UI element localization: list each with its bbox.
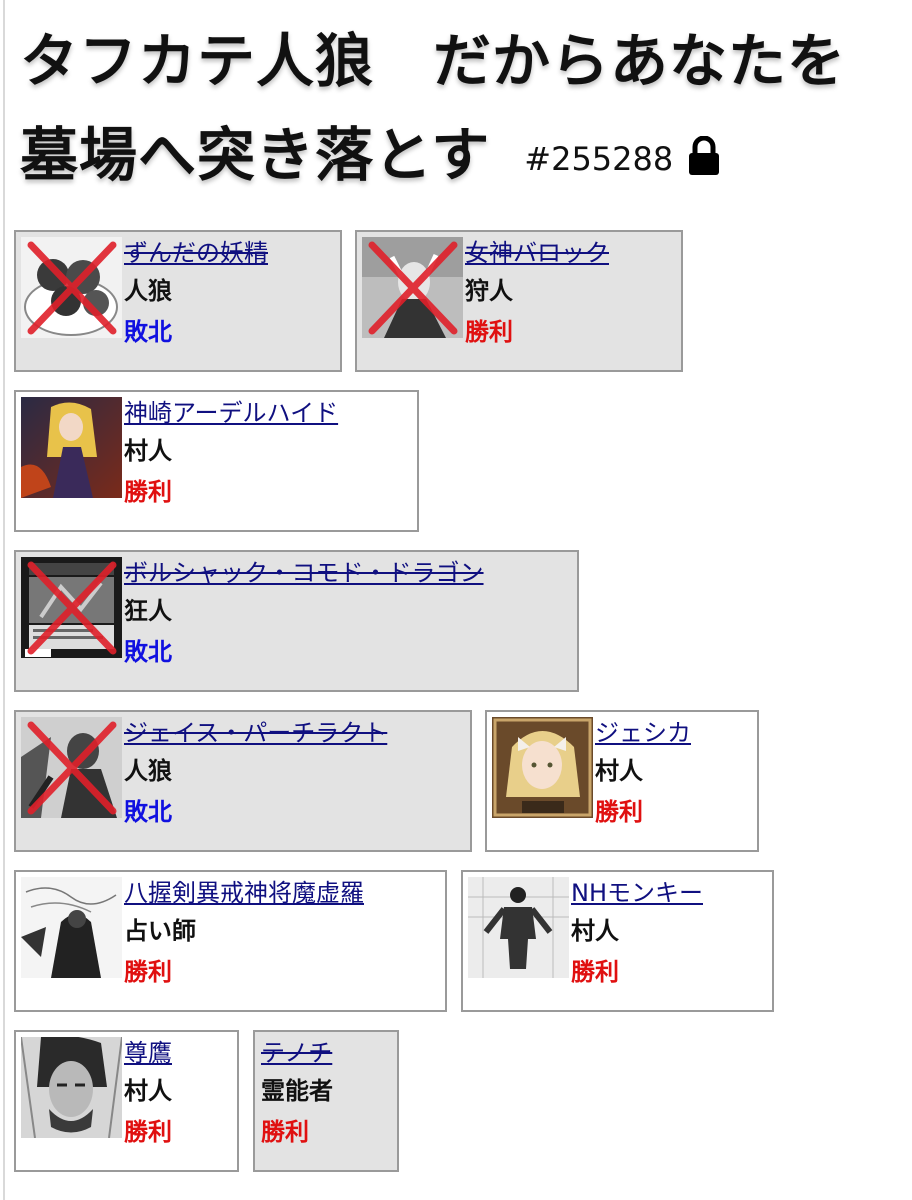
anime-girl-avatar [21, 397, 122, 498]
eliminated-mark-icon [27, 721, 117, 815]
player-card: ジェシカ 村人 勝利 [485, 710, 759, 852]
player-info: 神崎アーデルハイド 村人 勝利 [124, 396, 338, 512]
title-line-2-row: 墓場へ突き落とす #255288 [20, 108, 900, 206]
player-result: 敗北 [124, 798, 172, 826]
player-role: 狩人 [465, 277, 513, 305]
game-id: #255288 [524, 139, 674, 178]
page-title: タフカテ人狼 だからあなたを 墓場へ突き落とす #255288 [20, 14, 900, 206]
player-card: 尊鷹 村人 勝利 [14, 1030, 239, 1172]
player-info: 尊鷹 村人 勝利 [124, 1036, 172, 1152]
manga-face-avatar [21, 1037, 122, 1138]
fairy-dumplings-avatar [21, 237, 122, 338]
player-card: NHモンキー 村人 勝利 [461, 870, 774, 1012]
player-role: 村人 [124, 1077, 172, 1105]
manga-sketch-avatar [21, 877, 122, 978]
player-info: ずんだの妖精 人狼 敗北 [124, 236, 268, 352]
player-card: ジェイス・パーチラクト 人狼 敗北 [14, 710, 472, 852]
avatar-image [468, 877, 569, 978]
player-name-link[interactable]: ずんだの妖精 [124, 236, 268, 270]
player-name-link[interactable]: 神崎アーデルハイド [124, 396, 338, 430]
avatar-image [21, 1037, 122, 1138]
eliminated-mark-icon [368, 241, 458, 335]
lock-icon [689, 135, 720, 175]
title-line-2: 墓場へ突き落とす [20, 121, 491, 189]
left-border [3, 0, 5, 1200]
player-name-link[interactable]: 女神バロック [465, 236, 609, 270]
player-role: 占い師 [124, 917, 196, 945]
player-info: NHモンキー 村人 勝利 [571, 876, 703, 992]
player-role: 人狼 [124, 757, 172, 785]
player-result: 勝利 [124, 958, 172, 986]
player-card: ずんだの妖精 人狼 敗北 [14, 230, 342, 372]
blonde-girl-avatar [492, 717, 593, 818]
manga-fighter-avatar [468, 877, 569, 978]
player-role: 霊能者 [261, 1077, 333, 1105]
player-result: 敗北 [124, 318, 172, 346]
player-result: 勝利 [571, 958, 619, 986]
eliminated-mark-icon [27, 561, 117, 655]
player-name-link[interactable]: ジェイス・パーチラクト [124, 716, 387, 750]
player-name-link[interactable]: 八握剣異戒神将魔虚羅 [124, 876, 364, 910]
goddess-portrait-avatar [362, 237, 463, 338]
player-role: 狂人 [124, 597, 172, 625]
player-card: 女神バロック 狩人 勝利 [355, 230, 683, 372]
player-result: 勝利 [465, 318, 513, 346]
player-info: ジェシカ 村人 勝利 [595, 716, 691, 832]
player-result: 勝利 [595, 798, 643, 826]
player-role: 村人 [571, 917, 619, 945]
player-info: ジェイス・パーチラクト 人狼 敗北 [124, 716, 387, 832]
player-card: テノチ 霊能者 勝利 [253, 1030, 399, 1172]
eliminated-mark-icon [27, 241, 117, 335]
player-role: 村人 [595, 757, 643, 785]
player-name-link[interactable]: ジェシカ [595, 716, 691, 750]
player-name-link[interactable]: テノチ [261, 1036, 333, 1070]
player-result: 勝利 [261, 1118, 309, 1146]
player-card: 八握剣異戒神将魔虚羅 占い師 勝利 [14, 870, 447, 1012]
player-name-link[interactable]: NHモンキー [571, 876, 703, 910]
player-card: ボルシャック・コモド・ドラゴン 狂人 敗北 [14, 550, 579, 692]
player-result: 敗北 [124, 638, 172, 666]
player-name-link[interactable]: 尊鷹 [124, 1036, 172, 1070]
player-role: 村人 [124, 437, 172, 465]
avatar-image [21, 877, 122, 978]
trading-card-avatar [21, 557, 122, 658]
player-result: 勝利 [124, 478, 172, 506]
player-info: 八握剣異戒神将魔虚羅 占い師 勝利 [124, 876, 364, 992]
player-result: 勝利 [124, 1118, 172, 1146]
monochrome-hero-avatar [21, 717, 122, 818]
player-info: テノチ 霊能者 勝利 [261, 1036, 333, 1152]
player-info: ボルシャック・コモド・ドラゴン 狂人 敗北 [124, 556, 484, 672]
title-line-1: タフカテ人狼 だからあなたを [20, 27, 847, 95]
player-info: 女神バロック 狩人 勝利 [465, 236, 609, 352]
player-role: 人狼 [124, 277, 172, 305]
player-card: 神崎アーデルハイド 村人 勝利 [14, 390, 419, 532]
avatar-image [21, 397, 122, 498]
player-name-link[interactable]: ボルシャック・コモド・ドラゴン [124, 556, 484, 590]
avatar-image [492, 717, 593, 818]
